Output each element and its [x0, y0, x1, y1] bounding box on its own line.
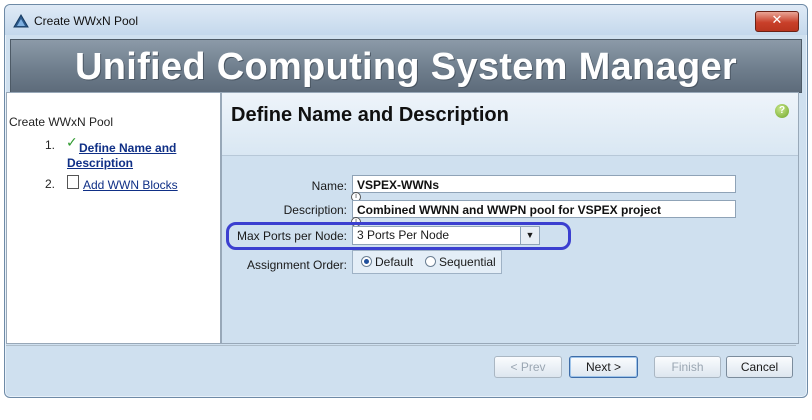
form-header: Define Name and Description ? [222, 93, 798, 156]
radio-default[interactable] [361, 256, 372, 267]
radio-sequential-label[interactable]: Sequential [439, 255, 496, 269]
assignment-order-group: Default Sequential [352, 250, 502, 274]
form-panel: Define Name and Description ? Name: VSPE… [221, 92, 799, 344]
app-banner: Unified Computing System Manager [10, 39, 802, 93]
document-icon [67, 175, 79, 189]
wizard-nav-title: Create WWxN Pool [9, 115, 114, 129]
step-number: 1. [45, 138, 56, 152]
name-field[interactable]: VSPEX-WWNs [352, 175, 736, 193]
next-button[interactable]: Next > [569, 356, 638, 378]
banner-title: Unified Computing System Manager [74, 46, 737, 88]
step-link-add-wwn-blocks[interactable]: Add WWN Blocks [83, 178, 178, 192]
description-label: Description: [283, 203, 347, 217]
dropdown-arrow-icon[interactable]: ▼ [520, 227, 539, 244]
prev-button[interactable]: < Prev [494, 356, 562, 378]
radio-sequential[interactable] [425, 256, 436, 267]
ucs-app-icon [13, 14, 29, 28]
max-ports-select[interactable]: 3 Ports Per Node ▼ [352, 226, 540, 245]
help-icon[interactable]: ? [775, 104, 789, 118]
button-bar: < Prev Next > Finish Cancel [6, 345, 796, 386]
finish-button[interactable]: Finish [654, 356, 721, 378]
wizard-steps-panel: Create WWxN Pool 1. ✓ Define Name and De… [6, 92, 221, 344]
title-bar: Create WWxN Pool ✕ [5, 5, 807, 35]
assignment-order-label: Assignment Order: [246, 258, 347, 272]
step-number: 2. [45, 177, 56, 191]
max-ports-value: 3 Ports Per Node [357, 228, 450, 242]
radio-default-label[interactable]: Default [375, 255, 413, 269]
description-field[interactable]: Combined WWNN and WWPN pool for VSPEX pr… [352, 200, 736, 218]
page-title: Define Name and Description [231, 104, 509, 126]
step-link-define-name[interactable]: Define Name and Description [67, 141, 197, 171]
max-ports-label: Max Ports per Node: [236, 229, 347, 243]
cancel-button[interactable]: Cancel [726, 356, 793, 378]
close-button[interactable]: ✕ [755, 11, 799, 32]
name-label: Name: [311, 179, 347, 193]
window-title: Create WWxN Pool [34, 14, 139, 28]
